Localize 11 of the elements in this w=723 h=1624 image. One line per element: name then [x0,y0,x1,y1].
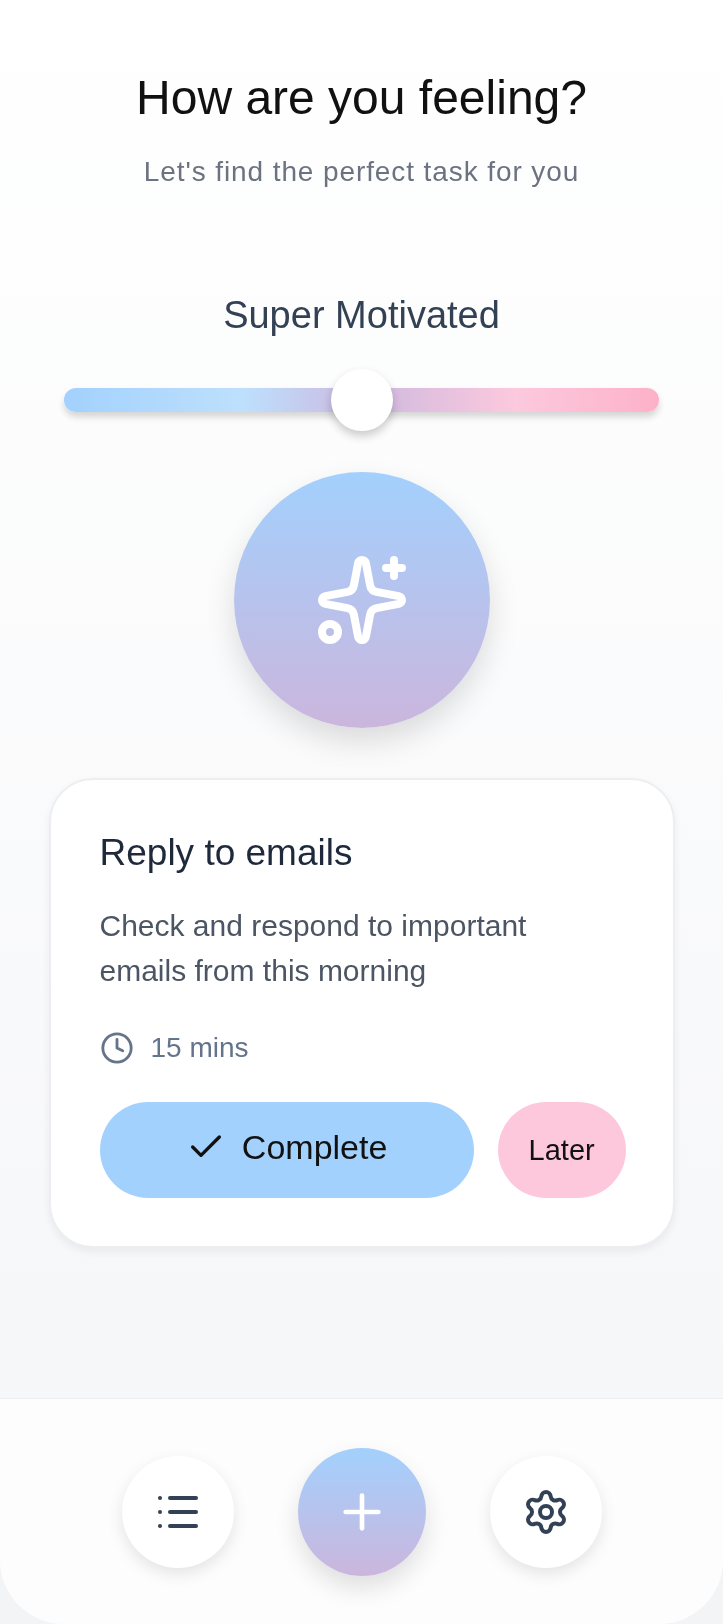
task-title: Reply to emails [99,832,354,874]
page-title: How are you feeling? [136,70,587,126]
slider-thumb[interactable] [330,369,393,431]
page-subtitle: Let's find the perfect task for you [143,155,580,189]
mood-label: Super Motivated [223,293,500,337]
mood-slider[interactable] [64,369,659,431]
task-description: Check and respond to important emails from this morning [99,908,528,989]
later-button[interactable]: Later [497,1102,626,1198]
clock-icon [99,1031,134,1065]
complete-button[interactable]: Complete [99,1102,474,1198]
task-duration: 15 mins [150,1032,249,1064]
